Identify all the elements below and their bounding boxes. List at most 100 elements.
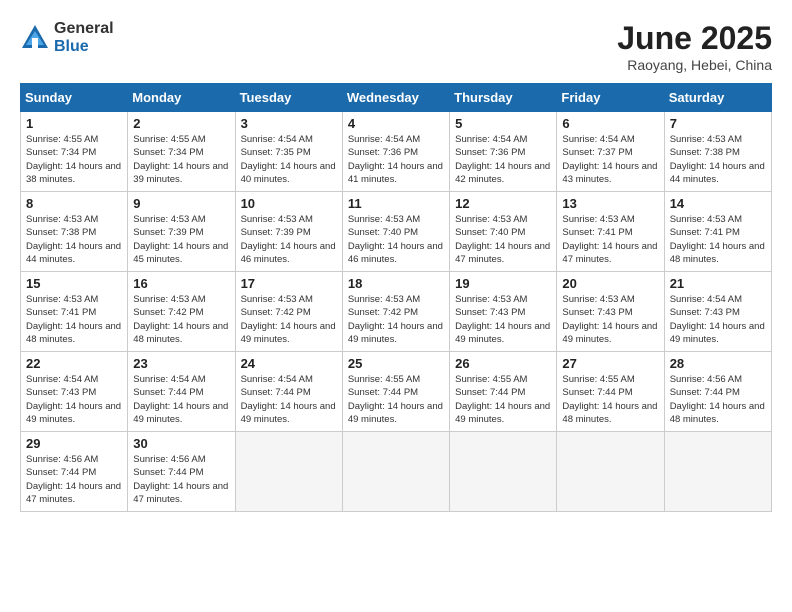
sunrise-label: Sunrise: 4:53 AM	[455, 214, 527, 225]
calendar-week-row: 22 Sunrise: 4:54 AM Sunset: 7:43 PM Dayl…	[21, 352, 772, 432]
sunrise-label: Sunrise: 4:55 AM	[26, 134, 98, 145]
day-info: Sunrise: 4:53 AM Sunset: 7:43 PM Dayligh…	[455, 293, 551, 346]
sunset-label: Sunset: 7:44 PM	[133, 467, 203, 478]
day-info: Sunrise: 4:53 AM Sunset: 7:42 PM Dayligh…	[348, 293, 444, 346]
calendar-cell: 19 Sunrise: 4:53 AM Sunset: 7:43 PM Dayl…	[450, 272, 557, 352]
day-info: Sunrise: 4:55 AM Sunset: 7:44 PM Dayligh…	[562, 373, 658, 426]
daylight-label: Daylight: 14 hours and 49 minutes.	[562, 321, 657, 345]
calendar-week-row: 1 Sunrise: 4:55 AM Sunset: 7:34 PM Dayli…	[21, 112, 772, 192]
calendar-cell	[557, 432, 664, 512]
day-info: Sunrise: 4:53 AM Sunset: 7:41 PM Dayligh…	[26, 293, 122, 346]
day-number: 7	[670, 116, 766, 131]
daylight-label: Daylight: 14 hours and 47 minutes.	[562, 241, 657, 265]
sunrise-label: Sunrise: 4:55 AM	[455, 374, 527, 385]
day-number: 1	[26, 116, 122, 131]
sunset-label: Sunset: 7:39 PM	[133, 227, 203, 238]
day-info: Sunrise: 4:54 AM Sunset: 7:43 PM Dayligh…	[670, 293, 766, 346]
daylight-label: Daylight: 14 hours and 46 minutes.	[241, 241, 336, 265]
day-info: Sunrise: 4:54 AM Sunset: 7:37 PM Dayligh…	[562, 133, 658, 186]
sunset-label: Sunset: 7:40 PM	[455, 227, 525, 238]
daylight-label: Daylight: 14 hours and 47 minutes.	[133, 481, 228, 505]
logo-blue-text: Blue	[54, 38, 114, 56]
weekday-header-wednesday: Wednesday	[342, 84, 449, 112]
daylight-label: Daylight: 14 hours and 49 minutes.	[348, 321, 443, 345]
sunset-label: Sunset: 7:34 PM	[133, 147, 203, 158]
sunset-label: Sunset: 7:44 PM	[670, 387, 740, 398]
sunset-label: Sunset: 7:44 PM	[455, 387, 525, 398]
sunrise-label: Sunrise: 4:56 AM	[133, 454, 205, 465]
sunset-label: Sunset: 7:35 PM	[241, 147, 311, 158]
logo-general-text: General	[54, 20, 114, 38]
daylight-label: Daylight: 14 hours and 44 minutes.	[26, 241, 121, 265]
sunset-label: Sunset: 7:34 PM	[26, 147, 96, 158]
sunrise-label: Sunrise: 4:53 AM	[133, 214, 205, 225]
sunrise-label: Sunrise: 4:53 AM	[241, 294, 313, 305]
day-number: 27	[562, 356, 658, 371]
sunset-label: Sunset: 7:43 PM	[562, 307, 632, 318]
calendar-header-row: SundayMondayTuesdayWednesdayThursdayFrid…	[21, 84, 772, 112]
calendar-cell: 26 Sunrise: 4:55 AM Sunset: 7:44 PM Dayl…	[450, 352, 557, 432]
daylight-label: Daylight: 14 hours and 49 minutes.	[348, 401, 443, 425]
day-number: 14	[670, 196, 766, 211]
weekday-header-monday: Monday	[128, 84, 235, 112]
header: General Blue June 2025 Raoyang, Hebei, C…	[20, 20, 772, 73]
weekday-header-tuesday: Tuesday	[235, 84, 342, 112]
day-info: Sunrise: 4:55 AM Sunset: 7:44 PM Dayligh…	[455, 373, 551, 426]
day-info: Sunrise: 4:54 AM Sunset: 7:44 PM Dayligh…	[133, 373, 229, 426]
sunrise-label: Sunrise: 4:54 AM	[26, 374, 98, 385]
calendar-cell	[235, 432, 342, 512]
calendar-cell: 30 Sunrise: 4:56 AM Sunset: 7:44 PM Dayl…	[128, 432, 235, 512]
day-info: Sunrise: 4:54 AM Sunset: 7:35 PM Dayligh…	[241, 133, 337, 186]
day-info: Sunrise: 4:55 AM Sunset: 7:34 PM Dayligh…	[133, 133, 229, 186]
calendar-cell: 20 Sunrise: 4:53 AM Sunset: 7:43 PM Dayl…	[557, 272, 664, 352]
calendar-cell: 17 Sunrise: 4:53 AM Sunset: 7:42 PM Dayl…	[235, 272, 342, 352]
sunset-label: Sunset: 7:43 PM	[455, 307, 525, 318]
daylight-label: Daylight: 14 hours and 41 minutes.	[348, 161, 443, 185]
day-number: 19	[455, 276, 551, 291]
daylight-label: Daylight: 14 hours and 46 minutes.	[348, 241, 443, 265]
weekday-header-sunday: Sunday	[21, 84, 128, 112]
day-number: 15	[26, 276, 122, 291]
day-number: 12	[455, 196, 551, 211]
calendar-week-row: 8 Sunrise: 4:53 AM Sunset: 7:38 PM Dayli…	[21, 192, 772, 272]
calendar-week-row: 29 Sunrise: 4:56 AM Sunset: 7:44 PM Dayl…	[21, 432, 772, 512]
daylight-label: Daylight: 14 hours and 49 minutes.	[26, 401, 121, 425]
day-number: 29	[26, 436, 122, 451]
sunset-label: Sunset: 7:42 PM	[241, 307, 311, 318]
sunset-label: Sunset: 7:43 PM	[670, 307, 740, 318]
calendar-cell: 5 Sunrise: 4:54 AM Sunset: 7:36 PM Dayli…	[450, 112, 557, 192]
daylight-label: Daylight: 14 hours and 38 minutes.	[26, 161, 121, 185]
day-info: Sunrise: 4:53 AM Sunset: 7:38 PM Dayligh…	[26, 213, 122, 266]
day-info: Sunrise: 4:53 AM Sunset: 7:42 PM Dayligh…	[133, 293, 229, 346]
sunset-label: Sunset: 7:38 PM	[670, 147, 740, 158]
calendar-cell	[342, 432, 449, 512]
calendar-cell: 3 Sunrise: 4:54 AM Sunset: 7:35 PM Dayli…	[235, 112, 342, 192]
sunset-label: Sunset: 7:44 PM	[26, 467, 96, 478]
calendar-cell: 24 Sunrise: 4:54 AM Sunset: 7:44 PM Dayl…	[235, 352, 342, 432]
day-number: 24	[241, 356, 337, 371]
day-number: 20	[562, 276, 658, 291]
sunset-label: Sunset: 7:39 PM	[241, 227, 311, 238]
daylight-label: Daylight: 14 hours and 49 minutes.	[133, 401, 228, 425]
page: General Blue June 2025 Raoyang, Hebei, C…	[0, 0, 792, 522]
day-number: 13	[562, 196, 658, 211]
calendar-cell: 25 Sunrise: 4:55 AM Sunset: 7:44 PM Dayl…	[342, 352, 449, 432]
calendar-cell: 29 Sunrise: 4:56 AM Sunset: 7:44 PM Dayl…	[21, 432, 128, 512]
sunrise-label: Sunrise: 4:53 AM	[348, 294, 420, 305]
day-number: 2	[133, 116, 229, 131]
calendar-cell	[450, 432, 557, 512]
daylight-label: Daylight: 14 hours and 49 minutes.	[241, 401, 336, 425]
day-number: 18	[348, 276, 444, 291]
calendar-cell: 7 Sunrise: 4:53 AM Sunset: 7:38 PM Dayli…	[664, 112, 771, 192]
calendar-cell: 11 Sunrise: 4:53 AM Sunset: 7:40 PM Dayl…	[342, 192, 449, 272]
sunset-label: Sunset: 7:36 PM	[348, 147, 418, 158]
day-number: 30	[133, 436, 229, 451]
day-info: Sunrise: 4:54 AM Sunset: 7:36 PM Dayligh…	[455, 133, 551, 186]
sunrise-label: Sunrise: 4:53 AM	[562, 294, 634, 305]
day-number: 17	[241, 276, 337, 291]
daylight-label: Daylight: 14 hours and 40 minutes.	[241, 161, 336, 185]
calendar-cell	[664, 432, 771, 512]
calendar-cell: 9 Sunrise: 4:53 AM Sunset: 7:39 PM Dayli…	[128, 192, 235, 272]
location: Raoyang, Hebei, China	[617, 57, 772, 73]
calendar-cell: 27 Sunrise: 4:55 AM Sunset: 7:44 PM Dayl…	[557, 352, 664, 432]
